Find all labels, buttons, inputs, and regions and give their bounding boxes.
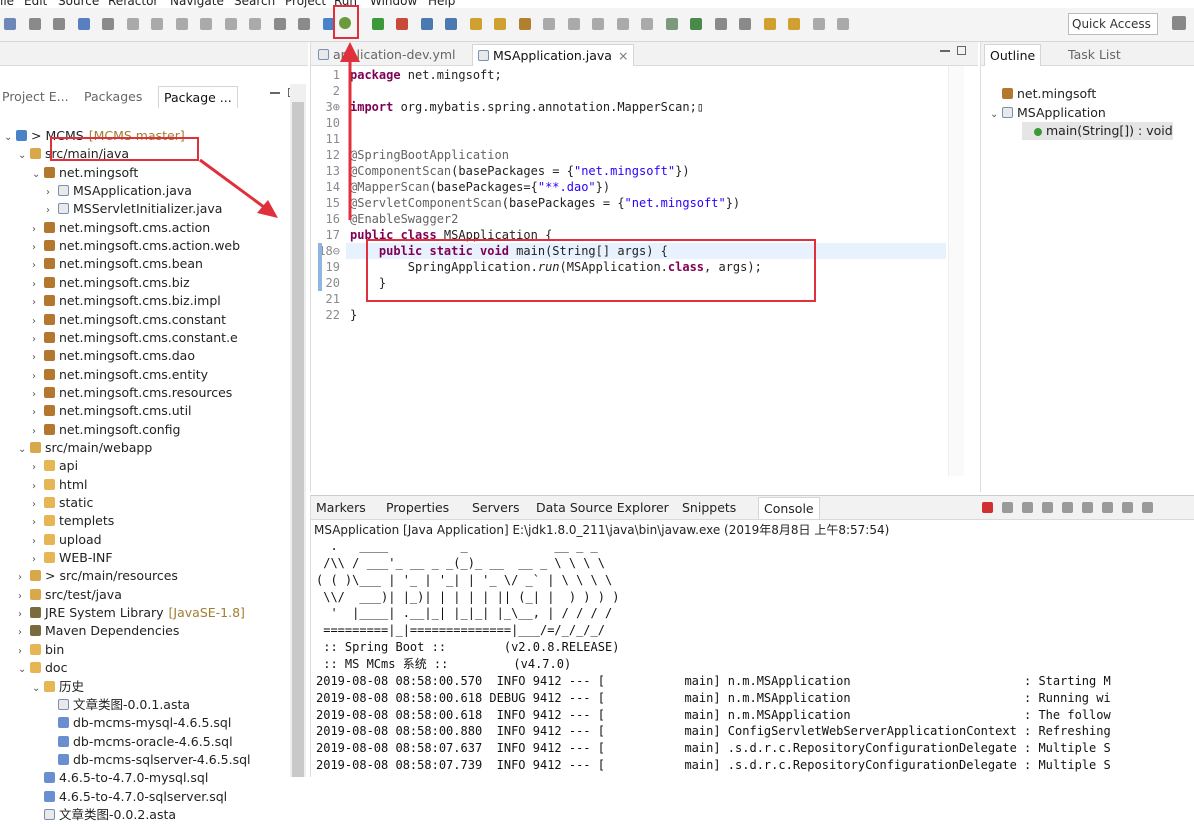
tree-item[interactable]: 4.6.5-to-4.7.0-sqlserver.sql: [32, 788, 227, 806]
tree-label: 文章类图-0.0.2.asta: [59, 806, 177, 822]
sql-icon: [44, 790, 55, 802]
annotation-arrows: [199, 42, 360, 220]
tree-label: 4.6.5-to-4.7.0-sqlserver.sql: [59, 788, 228, 804]
arrowhead-debug: [340, 42, 360, 62]
java-icon: [44, 808, 55, 820]
arrow-to-editor: [199, 158, 269, 212]
tree-item[interactable]: 文章类图-0.0.2.asta: [32, 806, 176, 824]
